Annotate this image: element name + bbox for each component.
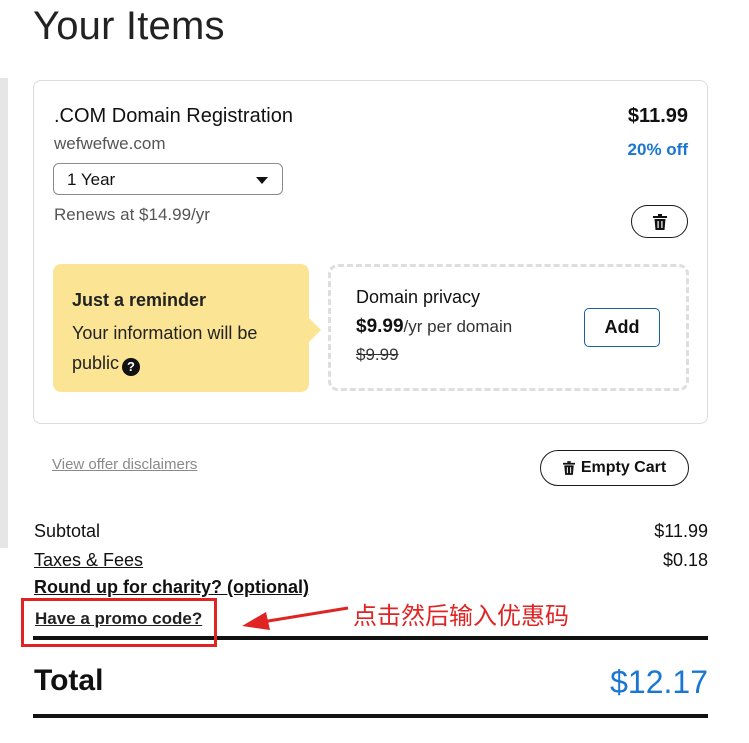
offer-disclaimers-link[interactable]: View offer disclaimers (52, 456, 197, 473)
annotation-highlight-box (21, 598, 217, 647)
taxes-fees-link[interactable]: Taxes & Fees (34, 550, 143, 571)
charity-roundup-link[interactable]: Round up for charity? (optional) (34, 577, 309, 598)
cart-item-card: .COM Domain Registration wefwefwe.com $1… (33, 80, 708, 424)
privacy-price-suffix: /yr per domain (403, 317, 513, 336)
item-price: $11.99 (627, 105, 688, 127)
privacy-price-amount: $9.99 (356, 316, 404, 337)
caret-down-icon (256, 177, 268, 184)
remove-item-button[interactable] (631, 205, 688, 238)
trash-icon (562, 461, 575, 475)
page-title: Your Items (33, 4, 225, 48)
reminder-title: Just a reminder (72, 290, 207, 310)
term-select-value: 1 Year (67, 170, 116, 189)
subtotal-row: Subtotal $11.99 (34, 521, 708, 543)
reminder-body: Your information will be public? (72, 318, 294, 378)
trash-icon (652, 213, 667, 230)
discount-badge: 20% off (627, 140, 688, 159)
privacy-reminder-callout: Just a reminder Your information will be… (53, 264, 321, 392)
term-select[interactable]: 1 Year (53, 163, 283, 195)
taxes-value: $0.18 (662, 550, 708, 570)
total-label: Total (34, 664, 104, 697)
renewal-price: Renews at $14.99/yr (54, 205, 210, 224)
add-privacy-button[interactable]: Add (584, 308, 660, 347)
empty-cart-button[interactable]: Empty Cart (540, 450, 689, 486)
question-circle-icon[interactable]: ? (122, 358, 141, 376)
domain-name: wefwefwe.com (54, 134, 166, 153)
reminder-text: Your information will be public (72, 323, 258, 373)
privacy-original-price: $9.99 (356, 345, 399, 364)
left-panel-edge (0, 78, 8, 548)
privacy-title: Domain privacy (356, 287, 481, 307)
subtotal-label: Subtotal (34, 521, 101, 541)
domain-privacy-upsell: Domain privacy $9.99/yr per domain $9.99… (328, 264, 689, 391)
taxes-row: Taxes & Fees $0.18 (34, 550, 708, 572)
subtotal-value: $11.99 (654, 521, 708, 541)
divider (33, 714, 708, 718)
total-value: $12.17 (610, 664, 708, 700)
empty-cart-label: Empty Cart (580, 459, 667, 476)
product-name: .COM Domain Registration (54, 105, 293, 127)
annotation-text: 点击然后输入优惠码 (353, 602, 569, 630)
annotation-arrow-icon (242, 606, 349, 630)
privacy-price: $9.99/yr per domain (356, 316, 512, 338)
